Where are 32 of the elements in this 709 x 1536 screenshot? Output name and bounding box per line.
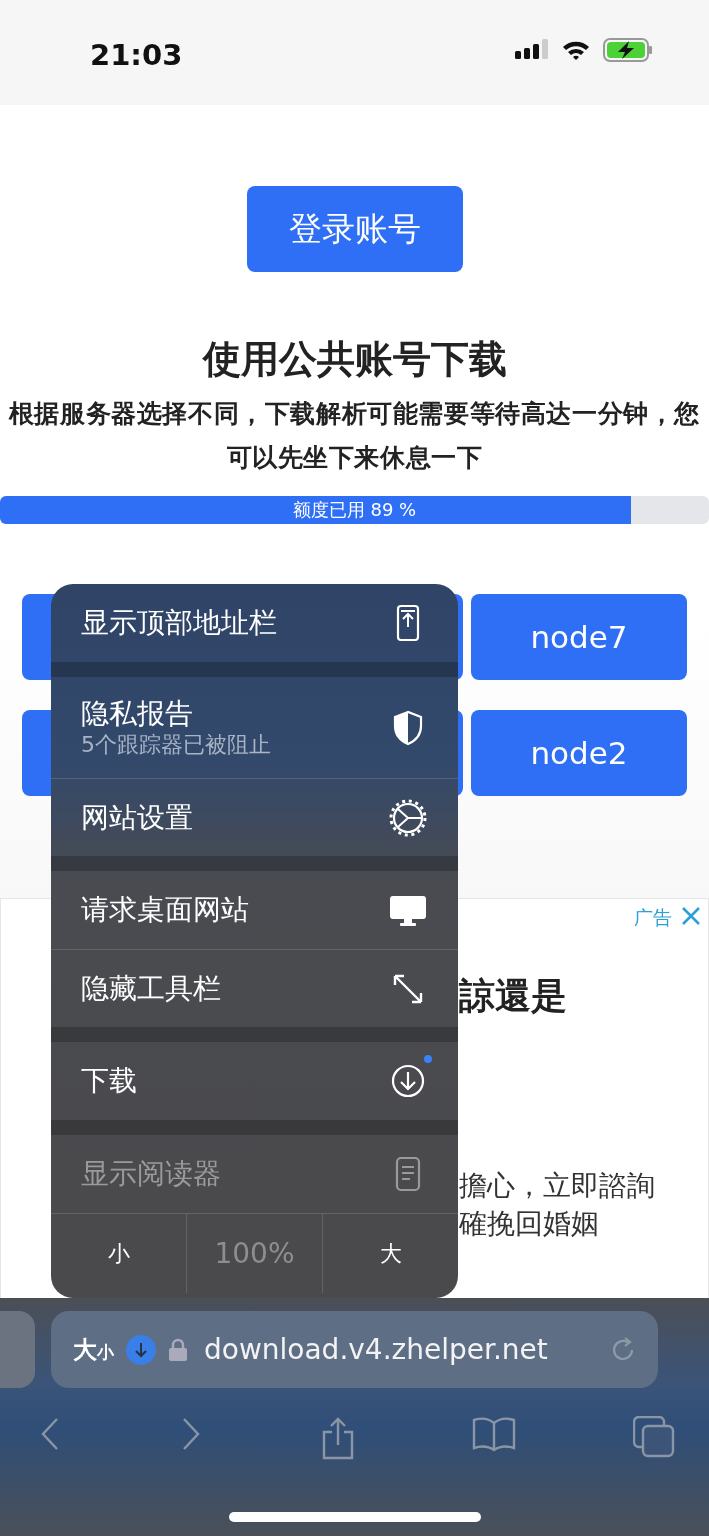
node-button[interactable]: node7 — [471, 594, 687, 680]
progress-label: 额度已用 89 % — [292, 498, 417, 522]
ad-text: 確挽回婚姻 — [459, 1206, 599, 1242]
zoom-button[interactable]: 小 — [51, 1214, 186, 1293]
book-icon[interactable] — [472, 1416, 517, 1452]
menu-item[interactable]: 隐私报告 5个跟踪器已被阻止 — [51, 677, 458, 778]
clock-time: 21:03 — [90, 37, 183, 74]
battery-charging-icon — [603, 38, 653, 62]
ad-text: 擔心，立即諮詢 — [459, 1168, 655, 1204]
close-icon[interactable] — [680, 905, 702, 927]
settings-icon — [388, 797, 428, 838]
ad-label: 广告 — [634, 905, 672, 930]
menu-item[interactable]: 下载 — [51, 1042, 458, 1120]
section-heading: 使用公共账号下载 — [201, 336, 508, 383]
text-size-button[interactable]: 大小 — [73, 1331, 114, 1368]
ad-title: 諒還是 — [459, 974, 567, 1018]
notification-dot — [424, 1055, 432, 1063]
address-bar[interactable]: 大小 download.v4.zhelper.net — [51, 1311, 658, 1388]
menu-item[interactable]: 显示顶部地址栏 — [51, 584, 458, 662]
menu-item[interactable]: 请求桌面网站 — [51, 871, 458, 949]
node-button[interactable]: node2 — [471, 710, 687, 796]
menu-item[interactable]: 网站设置 — [51, 778, 458, 856]
url-text: download.v4.zhelper.net — [204, 1331, 548, 1368]
tabs-icon[interactable] — [633, 1416, 675, 1458]
lock-icon — [168, 1337, 188, 1362]
login-button[interactable]: 登录账号 — [246, 186, 463, 272]
zoom-button[interactable]: 大 — [322, 1214, 458, 1293]
signal-icon — [515, 39, 549, 61]
notice-text: 根据服务器选择不同，下载解析可能需要等待高达一分钟，您可以先坐下来休息一下 — [7, 398, 702, 474]
menu-subtitle: 5个跟踪器已被阻止 — [81, 730, 271, 759]
menu-item[interactable]: 隐藏工具栏 — [51, 949, 458, 1027]
wifi-icon — [561, 39, 591, 61]
